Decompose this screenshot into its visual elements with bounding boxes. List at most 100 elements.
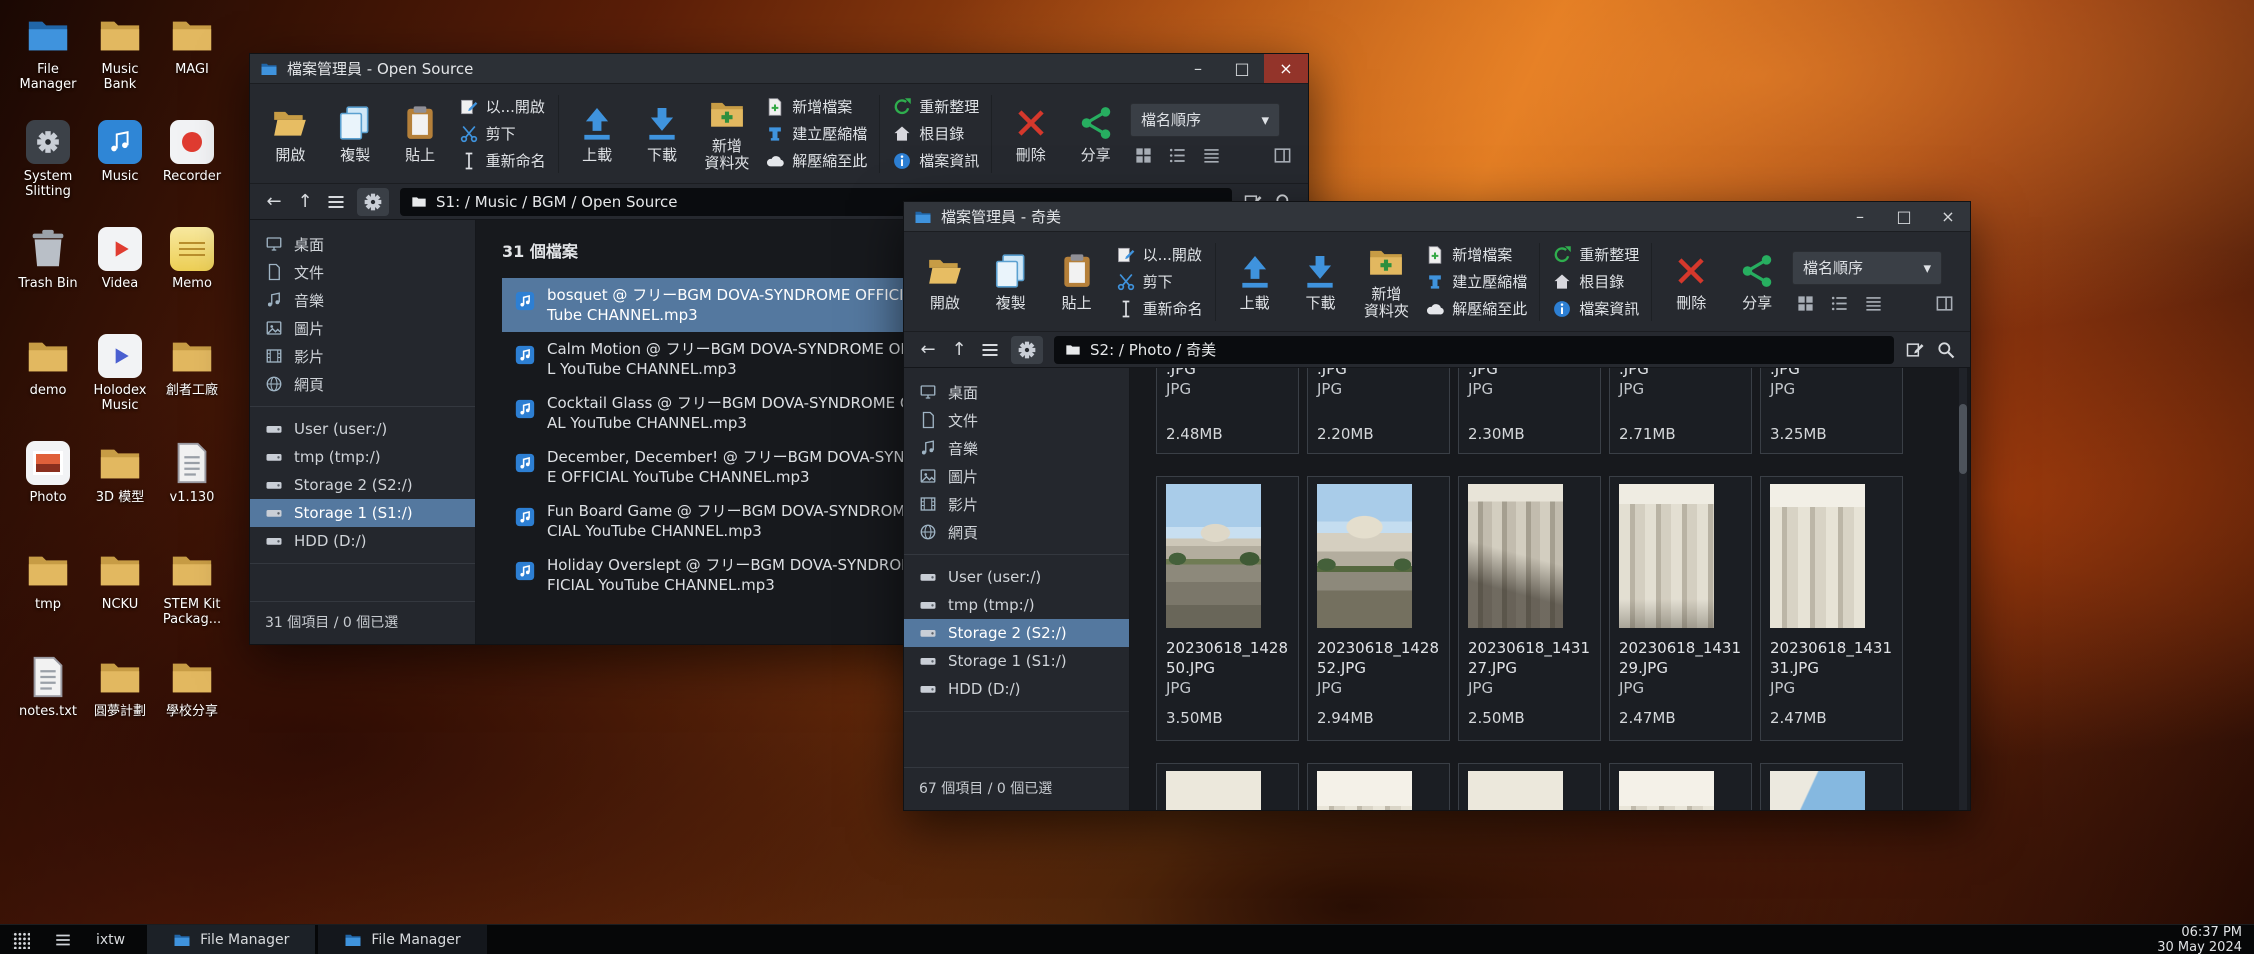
- minimize-button[interactable]: –: [1176, 54, 1220, 83]
- menu-button[interactable]: [326, 192, 346, 212]
- titlebar[interactable]: 檔案管理員 - 奇美 – □ ×: [904, 202, 1970, 232]
- sidebar-drive-user[interactable]: User (user:/): [250, 415, 475, 443]
- view-grid-button[interactable]: [1796, 294, 1815, 313]
- desktop-icon-magi[interactable]: MAGI: [156, 8, 228, 115]
- close-button[interactable]: ×: [1264, 54, 1308, 83]
- up-button[interactable]: ↑: [295, 191, 315, 212]
- view-list-button[interactable]: [1168, 146, 1187, 165]
- photo-cell[interactable]: .JPG JPG 3.25MB: [1760, 368, 1903, 454]
- refresh-button[interactable]: 重新整理: [1552, 244, 1639, 265]
- sort-dropdown[interactable]: 檔名順序 ▾: [1130, 103, 1280, 137]
- view-grid-button[interactable]: [1134, 146, 1153, 165]
- upload-button[interactable]: 上載: [567, 88, 628, 180]
- desktop-icon-recorder[interactable]: Recorder: [156, 115, 228, 222]
- settings-button[interactable]: [1011, 336, 1043, 364]
- share-button[interactable]: 分享: [1726, 236, 1788, 328]
- desktop-icon-trash-bin[interactable]: Trash Bin: [12, 222, 84, 329]
- taskbar-app-file-manager-1[interactable]: File Manager: [147, 925, 315, 954]
- minimize-button[interactable]: –: [1838, 202, 1882, 231]
- photo-cell[interactable]: [1760, 763, 1903, 810]
- edit-path-button[interactable]: [1905, 340, 1925, 360]
- search-button[interactable]: [1936, 340, 1956, 360]
- root-button[interactable]: 根目錄: [1552, 271, 1639, 292]
- sidebar-item-music[interactable]: 音樂: [250, 286, 475, 314]
- photo-cell[interactable]: 20230618_143127.JPG JPG 2.50MB: [1458, 476, 1601, 741]
- desktop-icon-dream-plan[interactable]: 圓夢計劃: [84, 650, 156, 757]
- rename-button[interactable]: 重新命名: [1116, 298, 1203, 319]
- photo-cell[interactable]: [1307, 763, 1450, 810]
- download-button[interactable]: 下載: [632, 88, 693, 180]
- new-folder-button[interactable]: 新增 資料夾: [696, 88, 757, 180]
- titlebar[interactable]: 檔案管理員 - Open Source – □ ×: [250, 54, 1308, 84]
- sidebar-drive-tmp[interactable]: tmp (tmp:/): [250, 443, 475, 471]
- open-with-button[interactable]: 以...開啟: [459, 96, 546, 117]
- clock[interactable]: 06:37 PM 30 May 2024: [2157, 925, 2254, 954]
- create-archive-button[interactable]: 建立壓縮檔: [1425, 271, 1527, 292]
- task-view-button[interactable]: [42, 925, 84, 954]
- desktop-icon-notes-txt[interactable]: notes.txt: [12, 650, 84, 757]
- photo-cell[interactable]: .JPG JPG 2.30MB: [1458, 368, 1601, 454]
- view-details-button[interactable]: [1202, 146, 1221, 165]
- desktop-icon-v1130[interactable]: v1.130: [156, 436, 228, 543]
- copy-button[interactable]: 複製: [325, 88, 386, 180]
- sidebar-drive-storage1[interactable]: Storage 1 (S1:/): [904, 647, 1129, 675]
- refresh-button[interactable]: 重新整理: [892, 96, 979, 117]
- paste-button[interactable]: 貼上: [390, 88, 451, 180]
- settings-button[interactable]: [357, 188, 389, 216]
- photo-cell[interactable]: 20230618_143129.JPG JPG 2.47MB: [1609, 476, 1752, 741]
- new-file-button[interactable]: 新增檔案: [1425, 244, 1527, 265]
- sidebar-item-videos[interactable]: 影片: [904, 490, 1129, 518]
- photo-cell[interactable]: 20230618_143131.JPG JPG 2.47MB: [1760, 476, 1903, 741]
- back-button[interactable]: ←: [918, 339, 938, 360]
- up-button[interactable]: ↑: [949, 339, 969, 360]
- close-button[interactable]: ×: [1926, 202, 1970, 231]
- root-button[interactable]: 根目錄: [892, 123, 979, 144]
- desktop-icon-videa[interactable]: Videa: [84, 222, 156, 329]
- download-button[interactable]: 下載: [1290, 236, 1352, 328]
- desktop-icon-music-bank[interactable]: Music Bank: [84, 8, 156, 115]
- photo-cell[interactable]: .JPG JPG 2.71MB: [1609, 368, 1752, 454]
- desktop-icon-music[interactable]: Music: [84, 115, 156, 222]
- back-button[interactable]: ←: [264, 191, 284, 212]
- desktop-icon-ncku[interactable]: NCKU: [84, 543, 156, 650]
- sidebar-item-web[interactable]: 網頁: [250, 370, 475, 398]
- delete-button[interactable]: 刪除: [1660, 236, 1722, 328]
- sidebar-item-documents[interactable]: 文件: [904, 406, 1129, 434]
- sidebar-drive-hdd[interactable]: HDD (D:/): [250, 527, 475, 555]
- copy-button[interactable]: 複製: [980, 236, 1042, 328]
- desktop-icon-stem-kit[interactable]: STEM Kit Packag...: [156, 543, 228, 650]
- desktop-icon-school-share[interactable]: 學校分享: [156, 650, 228, 757]
- sidebar-item-pictures[interactable]: 圖片: [250, 314, 475, 342]
- extract-here-button[interactable]: 解壓縮至此: [765, 150, 867, 171]
- photo-cell[interactable]: [1458, 763, 1601, 810]
- sidebar-drive-storage1[interactable]: Storage 1 (S1:/): [250, 499, 475, 527]
- desktop-icon-file-manager[interactable]: File Manager: [12, 8, 84, 115]
- file-info-button[interactable]: 檔案資訊: [1552, 298, 1639, 319]
- desktop-icon-demo[interactable]: demo: [12, 329, 84, 436]
- desktop-icon-system-slitting[interactable]: System Slitting: [12, 115, 84, 222]
- paste-button[interactable]: 貼上: [1046, 236, 1108, 328]
- delete-button[interactable]: 刪除: [1000, 88, 1061, 180]
- desktop-icon-memo[interactable]: Memo: [156, 222, 228, 329]
- view-list-button[interactable]: [1830, 294, 1849, 313]
- sort-dropdown[interactable]: 檔名順序 ▾: [1792, 251, 1942, 285]
- sidebar-item-music[interactable]: 音樂: [904, 434, 1129, 462]
- breadcrumb[interactable]: S2: / Photo / 奇美: [1054, 336, 1894, 364]
- scrollbar-thumb[interactable]: [1959, 404, 1967, 474]
- menu-button[interactable]: [980, 340, 1000, 360]
- new-folder-button[interactable]: 新增 資料夾: [1355, 236, 1417, 328]
- cut-button[interactable]: 剪下: [459, 123, 546, 144]
- input-method-indicator[interactable]: ixtw: [96, 932, 125, 948]
- photo-cell[interactable]: .JPG JPG 2.20MB: [1307, 368, 1450, 454]
- desktop-icon-3d-models[interactable]: 3D 模型: [84, 436, 156, 543]
- sidebar-drive-tmp[interactable]: tmp (tmp:/): [904, 591, 1129, 619]
- upload-button[interactable]: 上載: [1224, 236, 1286, 328]
- sidebar-item-desktop[interactable]: 桌面: [250, 230, 475, 258]
- scrollbar[interactable]: [1959, 368, 1967, 810]
- desktop-icon-holodex-music[interactable]: Holodex Music: [84, 329, 156, 436]
- create-archive-button[interactable]: 建立壓縮檔: [765, 123, 867, 144]
- photo-cell[interactable]: 20230618_142852.JPG JPG 2.94MB: [1307, 476, 1450, 741]
- photo-cell[interactable]: [1609, 763, 1752, 810]
- start-button[interactable]: [0, 925, 42, 954]
- desktop-icon-tmp[interactable]: tmp: [12, 543, 84, 650]
